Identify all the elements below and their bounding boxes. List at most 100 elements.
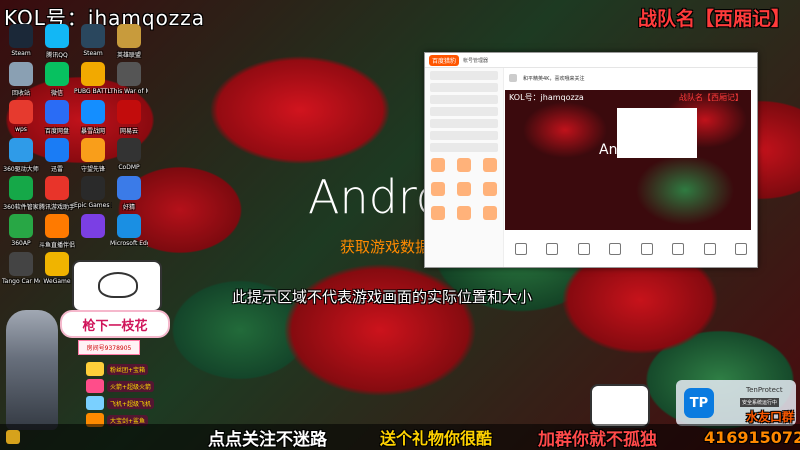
desktop-icon[interactable]: 微信	[38, 62, 76, 97]
desktop-icon[interactable]: 暴雪战网	[74, 100, 112, 135]
desktop-icon[interactable]: 腾讯QQ	[38, 24, 76, 59]
tp-logo-icon: TP	[684, 388, 714, 418]
desktop-icon[interactable]: 网易云	[110, 100, 148, 135]
tp-slogan: 水友口群	[746, 410, 795, 424]
desktop-icon[interactable]: 守望先锋	[74, 138, 112, 173]
app-icon	[9, 62, 33, 86]
app-icon	[81, 138, 105, 162]
gift-item: 粉丝团+宝箱	[86, 362, 154, 376]
screen-icon[interactable]	[546, 243, 559, 255]
desktop-icon[interactable]: 回收站	[2, 62, 40, 97]
desktop-icon-label: This War of Mine	[110, 88, 148, 95]
app-icon	[9, 100, 33, 124]
desktop-icon[interactable]: wps	[2, 100, 40, 133]
text-icon[interactable]	[640, 243, 653, 255]
sidebar-row[interactable]	[430, 107, 498, 116]
anime-character-image	[6, 310, 58, 430]
tool-icon[interactable]	[457, 182, 471, 196]
desktop-icon[interactable]: Steam	[2, 24, 40, 57]
app-titlebar[interactable]: 百度猎豹 帐号管理器	[425, 53, 757, 68]
app-icon	[45, 62, 69, 86]
desktop-icon[interactable]: This War of Mine	[110, 62, 148, 95]
desktop-icon-label: 好猜	[122, 204, 135, 211]
sidebar-row[interactable]	[430, 95, 498, 104]
desktop-icon-label: 网易云	[119, 128, 138, 135]
desktop-icon[interactable]: PUBG BATTLEGR...	[74, 62, 112, 95]
desktop-icon-label: 腾讯QQ	[46, 52, 68, 59]
cat-sticker	[72, 260, 162, 312]
desktop-icon[interactable]: WeGame	[38, 252, 76, 285]
desktop-icon[interactable]: Tango Car Mod	[2, 252, 40, 285]
desktop-icon-label: wps	[15, 126, 27, 133]
desktop-icon[interactable]: 斗鱼直播伴侣	[38, 214, 76, 249]
camera-icon[interactable]	[514, 243, 527, 255]
desktop-icon-label: Epic Games Launcher	[74, 202, 112, 209]
hint-region-text: 此提示区域不代表游戏画面的实际位置和大小	[232, 288, 533, 306]
sidebar-row[interactable]	[430, 131, 498, 140]
desktop-icon[interactable]: Epic Games Launcher	[74, 176, 112, 209]
tool-icon[interactable]	[483, 158, 497, 172]
team-name-label: 战队名【西厢记】	[637, 8, 790, 30]
desktop-icon[interactable]: Steam	[74, 24, 112, 57]
ticker-group-text: 加群你就不孤独	[538, 429, 657, 450]
avatar[interactable]	[509, 74, 517, 82]
app-icon	[81, 176, 105, 200]
desktop-icon-label: 360驱动大师	[3, 166, 39, 173]
desktop-icon-label: Microsoft Edge	[110, 240, 148, 247]
desktop-icon[interactable]: 好猜	[110, 176, 148, 211]
desktop-icon-label: 回收站	[11, 90, 30, 97]
tool-icon[interactable]	[431, 158, 445, 172]
desktop-icon[interactable]: 360软件管家	[2, 176, 40, 211]
tool-icon[interactable]	[457, 158, 471, 172]
speaker-icon[interactable]	[703, 243, 716, 255]
settings-icon[interactable]	[735, 243, 748, 255]
tenprotect-badge: TP TenProtect 安全系统运行中 水友口群	[676, 380, 796, 426]
app-icon	[117, 138, 141, 162]
gift-icon	[86, 396, 104, 410]
desktop-icon-label: 守望先锋	[80, 166, 105, 173]
tool-icon[interactable]	[483, 206, 497, 220]
sidebar-row[interactable]	[430, 119, 498, 128]
tp-title: TenProtect	[746, 386, 783, 394]
gift-list: 粉丝团+宝箱 火箭+超级火箭 飞机+超级飞机 大宝剑+鲨鱼	[86, 362, 155, 430]
desktop-icon-label: 英雄联盟	[116, 52, 141, 59]
desktop-icon[interactable]: 百度网盘	[38, 100, 76, 135]
desktop-icon-label: Tango Car Mod	[2, 278, 40, 285]
desktop-icon[interactable]: 360驱动大师	[2, 138, 40, 173]
tool-icon[interactable]	[431, 182, 445, 196]
app-icon	[45, 138, 69, 162]
desktop-icon[interactable]: 迅雷	[38, 138, 76, 173]
desktop-icon[interactable]: 英雄联盟	[110, 24, 148, 59]
sidebar-row[interactable]	[430, 143, 498, 152]
sidebar-row[interactable]	[430, 71, 498, 80]
streaming-app-window[interactable]: 百度猎豹 帐号管理器 和平精英4K，喜欢哦来关注 KOL号：jhamqozza …	[424, 52, 758, 268]
flower-sign-sticker: 枪下一枝花	[60, 310, 170, 338]
tool-icon[interactable]	[483, 182, 497, 196]
app-icon	[81, 62, 105, 86]
sidebar-row[interactable]	[430, 83, 498, 92]
window-icon[interactable]	[577, 243, 590, 255]
stream-title[interactable]: 和平精英4K，喜欢哦来关注	[523, 75, 584, 82]
desktop-icon[interactable]	[74, 214, 112, 240]
image-icon[interactable]	[609, 243, 622, 255]
desktop-icon-label: 微信	[50, 90, 63, 97]
desktop-icon-label: Steam	[11, 50, 31, 57]
desktop-icon-label: 暴雪战网	[80, 128, 105, 135]
desktop-icon[interactable]: 360AP	[2, 214, 40, 247]
ticker-gift-text: 送个礼物你很酷	[380, 429, 493, 448]
tool-icon[interactable]	[431, 206, 445, 220]
tool-icon[interactable]	[457, 206, 471, 220]
desktop-icon[interactable]: Microsoft Edge	[110, 214, 148, 247]
desktop-icon-label: 斗鱼直播伴侣	[38, 242, 75, 249]
preview-android-text: Android	[599, 142, 654, 158]
desktop-icon[interactable]: 腾讯游戏助手	[38, 176, 76, 211]
desktop-icon-label: 腾讯游戏助手	[38, 204, 75, 211]
cat-sticker-small	[590, 384, 650, 428]
app-icon	[81, 24, 105, 48]
desktop-icon[interactable]: CoDMP	[110, 138, 148, 171]
desktop-icon-label: Steam	[83, 50, 103, 57]
mic-icon[interactable]	[672, 243, 685, 255]
gift-item: 火箭+超级火箭	[86, 379, 155, 393]
desktop-icon-label: CoDMP	[118, 164, 140, 171]
gift-label: 粉丝团+宝箱	[107, 363, 149, 375]
